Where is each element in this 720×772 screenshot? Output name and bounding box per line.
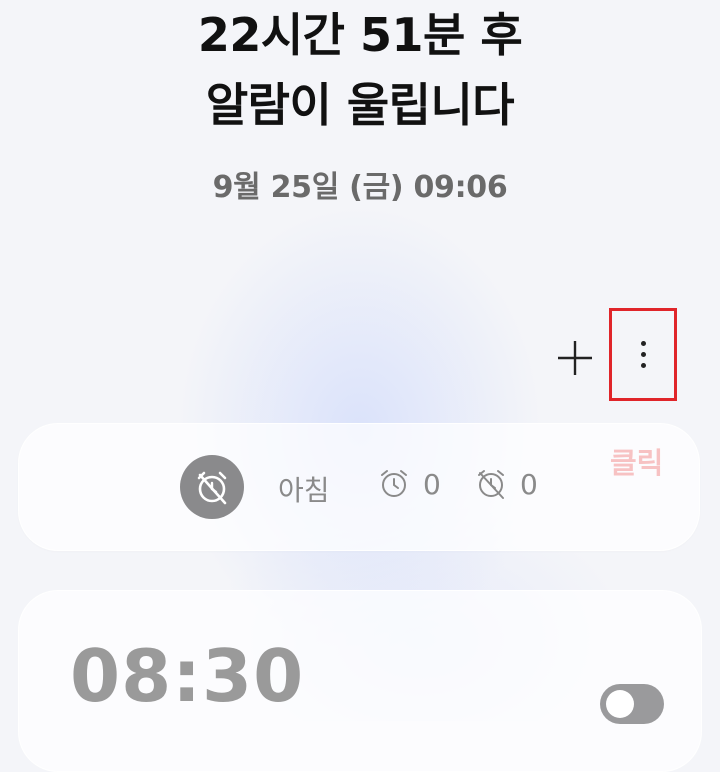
alarm-off-icon	[197, 471, 227, 505]
active-alarms-count: 0	[423, 467, 441, 501]
more-options-button[interactable]	[609, 308, 677, 401]
alarm-time: 08:30	[70, 634, 305, 718]
alarm-clock-icon	[381, 470, 407, 497]
alarm-off-icon	[478, 470, 504, 499]
time-until-alarm: 22시간 51분 후	[197, 8, 523, 62]
alarm-group-icon	[180, 455, 244, 519]
inactive-alarms-stat: 0	[474, 467, 538, 501]
add-alarm-button[interactable]	[551, 334, 599, 382]
alarm-will-ring-text: 알람이 울립니다	[205, 78, 515, 132]
toggle-knob	[606, 690, 634, 718]
alarm-group-card[interactable]	[18, 423, 700, 551]
inactive-alarms-count: 0	[520, 467, 538, 501]
active-alarms-stat: 0	[377, 467, 441, 501]
alarm-group-name: 아침	[278, 474, 330, 507]
alarm-toggle[interactable]	[600, 684, 664, 724]
plus-icon	[558, 341, 592, 375]
next-alarm-datetime: 9월 25일 (금) 09:06	[212, 170, 508, 205]
more-vertical-icon	[640, 341, 646, 368]
